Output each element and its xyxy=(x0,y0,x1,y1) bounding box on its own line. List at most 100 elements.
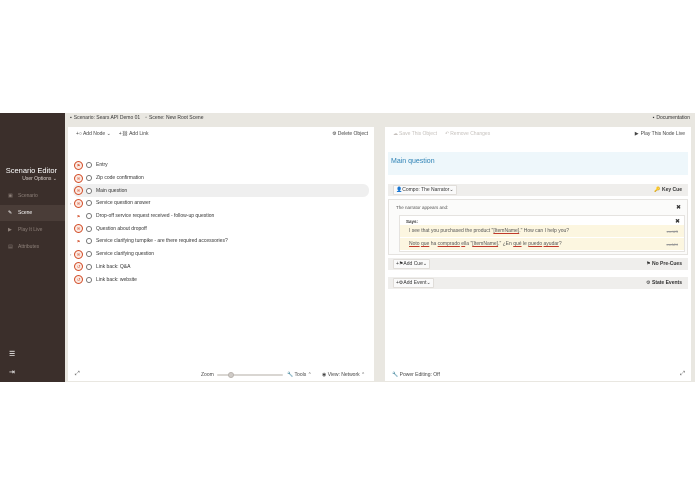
node-label: Main question xyxy=(96,187,128,194)
undo-icon: ↶ xyxy=(444,131,450,137)
sidebar-item-scene[interactable]: ✎ Scene xyxy=(0,205,65,221)
node-status-circle[interactable] xyxy=(86,213,92,220)
expand-arrow-icon[interactable]: › xyxy=(70,201,71,206)
list-item[interactable]: ✉ Main question xyxy=(73,184,369,198)
documentation-label: Documentation xyxy=(656,115,690,121)
plus-circle-icon: +○ xyxy=(76,131,82,137)
sidebar-nav: ▣ Scenario ✎ Scene ▶ Play It Live ▤ Attr… xyxy=(0,188,65,256)
book-icon: ▪ xyxy=(652,115,655,121)
close-icon[interactable]: ✖ xyxy=(675,218,680,225)
speech-node-icon: ✉ xyxy=(74,224,83,234)
cue-description: The narrator appears and: xyxy=(396,205,449,210)
speech-node-icon: ✉ xyxy=(74,198,83,208)
compo-bar: 👤 Compo: The Narrator ⌄ 🔑 Key Cue xyxy=(388,184,688,196)
list-item[interactable]: ✉ Question about dropoff xyxy=(73,222,369,235)
tools-label: Tools xyxy=(294,371,307,378)
list-item[interactable]: ↺ Link back: website xyxy=(73,273,369,286)
node-status-circle[interactable] xyxy=(86,187,92,194)
node-panel-footer: ⤢ Zoom 🔧 Tools ⌃ ◉ View: Network ⌃ xyxy=(68,368,374,381)
node-status-circle[interactable] xyxy=(86,251,92,258)
branch-node-icon: ⚑ xyxy=(76,238,81,244)
list-item[interactable]: ⚑ Service clarifying turnpike - are ther… xyxy=(73,235,369,248)
close-icon[interactable]: ✖ xyxy=(676,204,681,211)
wrench-icon: 🔧 xyxy=(392,371,399,378)
no-precues-label: No Pre-Cues xyxy=(651,261,682,267)
node-status-circle[interactable] xyxy=(86,162,92,169)
expand-arrow-icon[interactable]: › xyxy=(70,252,71,257)
file-icon: ▫ xyxy=(145,115,147,121)
expand-icon[interactable]: ⤢ xyxy=(75,371,80,378)
delete-object-button[interactable]: ⚙ Delete Object xyxy=(332,131,368,137)
play-node-live-button[interactable]: ▶ Play This Node Live xyxy=(635,131,685,137)
list-item[interactable]: ✉ Zip code confirmation xyxy=(73,172,369,185)
node-status-circle[interactable] xyxy=(86,175,92,182)
speech-word: puedo xyxy=(528,241,543,247)
scenario-icon: ▣ xyxy=(8,193,13,199)
language-tag: es-MX xyxy=(666,241,678,247)
menu-icon[interactable]: ☰ xyxy=(9,350,15,358)
save-button[interactable]: ☁ Save This Object xyxy=(393,131,437,137)
speech-line-en[interactable]: I see that you purchased the product "[I… xyxy=(400,225,684,237)
breadcrumb-scenario[interactable]: ▪ Scenario: Sears API Demo 01 xyxy=(70,115,140,121)
event-bar: + ⚙ Add Event ⌄ ⚙ State Events xyxy=(388,277,688,289)
list-item[interactable]: › ✉ Service question answer xyxy=(70,197,369,210)
node-status-circle[interactable] xyxy=(86,225,92,232)
node-status-circle[interactable] xyxy=(86,238,92,245)
zoom-slider[interactable] xyxy=(216,371,283,378)
cue-bar: + ⚑ Add Cue ⌄ ⚑ No Pre-Cues xyxy=(388,258,688,270)
node-label: Link back: website xyxy=(96,276,137,283)
view-button[interactable]: ◉ View: Network ⌃ xyxy=(322,372,365,378)
chevron-down-icon: ⌄ xyxy=(422,261,428,267)
sidebar-item-attributes[interactable]: ▤ Attributes xyxy=(0,239,65,255)
add-cue-button[interactable]: + ⚑ Add Cue ⌄ xyxy=(393,259,431,269)
zoom-slider-handle[interactable] xyxy=(227,371,234,378)
no-precues-button[interactable]: ⚑ No Pre-Cues xyxy=(646,261,682,267)
node-title: Main question xyxy=(388,152,688,175)
speech-word: le xyxy=(522,241,527,247)
speech-line-es[interactable]: Noto que ha comprado ella "[ItemName]." … xyxy=(400,238,684,250)
key-cue-button[interactable]: 🔑 Key Cue xyxy=(654,187,682,193)
add-node-button[interactable]: +○ Add Node ⌄ xyxy=(76,131,111,137)
sidebar-item-label: Scenario xyxy=(18,193,38,199)
node-label: Question about dropoff xyxy=(96,225,147,232)
sidebar-item-label: Scene xyxy=(18,210,33,216)
tools-button[interactable]: 🔧 Tools ⌃ xyxy=(287,372,312,378)
node-status-circle[interactable] xyxy=(86,276,92,283)
remove-changes-label: Remove Changes xyxy=(450,131,491,137)
node-label: Service clarifying turnpike - are there … xyxy=(96,238,228,245)
list-item[interactable]: ⚑ Entry xyxy=(73,159,369,172)
speech-text: I see that you purchased the product "[I… xyxy=(409,228,569,234)
play-icon: ▶ xyxy=(8,227,12,233)
key-icon: 🔑 xyxy=(654,187,661,193)
breadcrumb-scene[interactable]: ▫ Scene: New Root Scene xyxy=(145,115,203,121)
book-icon: ▪ xyxy=(70,115,72,121)
state-events-button[interactable]: ⚙ State Events xyxy=(646,280,682,286)
app-title: Scenario Editor xyxy=(5,166,57,175)
list-item[interactable]: ↺ Link back: Q&A xyxy=(73,261,369,274)
gear-icon: ⚙ xyxy=(646,280,651,286)
logout-icon[interactable]: ⇥ xyxy=(9,368,15,376)
power-editing-toggle[interactable]: 🔧 Power Editing: Off xyxy=(392,372,440,378)
speech-word: ? xyxy=(558,241,562,247)
remove-changes-button[interactable]: ↶ Remove Changes xyxy=(445,131,490,137)
add-event-button[interactable]: + ⚙ Add Event ⌄ xyxy=(393,278,434,288)
node-status-circle[interactable] xyxy=(86,200,92,207)
node-status-circle[interactable] xyxy=(86,263,92,270)
breadcrumb: ▪ Scenario: Sears API Demo 01 ▫ Scene: N… xyxy=(65,113,695,123)
sidebar-item-play-live[interactable]: ▶ Play It Live xyxy=(0,222,65,238)
chevron-down-icon: ⌄ xyxy=(426,280,431,286)
compo-dropdown[interactable]: 👤 Compo: The Narrator ⌄ xyxy=(393,185,457,195)
documentation-link[interactable]: ▪ Documentation xyxy=(653,115,690,121)
expand-icon[interactable]: ⤢ xyxy=(680,371,685,378)
says-box: Says: ✖ I see that you purchased the pro… xyxy=(399,215,685,252)
zoom-control: Zoom xyxy=(201,371,283,378)
add-link-button[interactable]: +⛓ Add Link xyxy=(119,131,149,137)
list-item[interactable]: › ✉ Service clarifying question xyxy=(70,248,369,261)
sidebar-item-scenario[interactable]: ▣ Scenario xyxy=(0,188,65,204)
user-options-dropdown[interactable]: User Options ⌄ xyxy=(22,176,57,182)
add-event-label: Add Event xyxy=(403,280,427,286)
speech-word: Noto xyxy=(409,241,420,247)
add-cue-label: Add Cue xyxy=(403,261,423,267)
list-item[interactable]: ⚑ Drop-off service request received - fo… xyxy=(73,210,369,223)
sidebar-item-label: Attributes xyxy=(18,244,40,250)
